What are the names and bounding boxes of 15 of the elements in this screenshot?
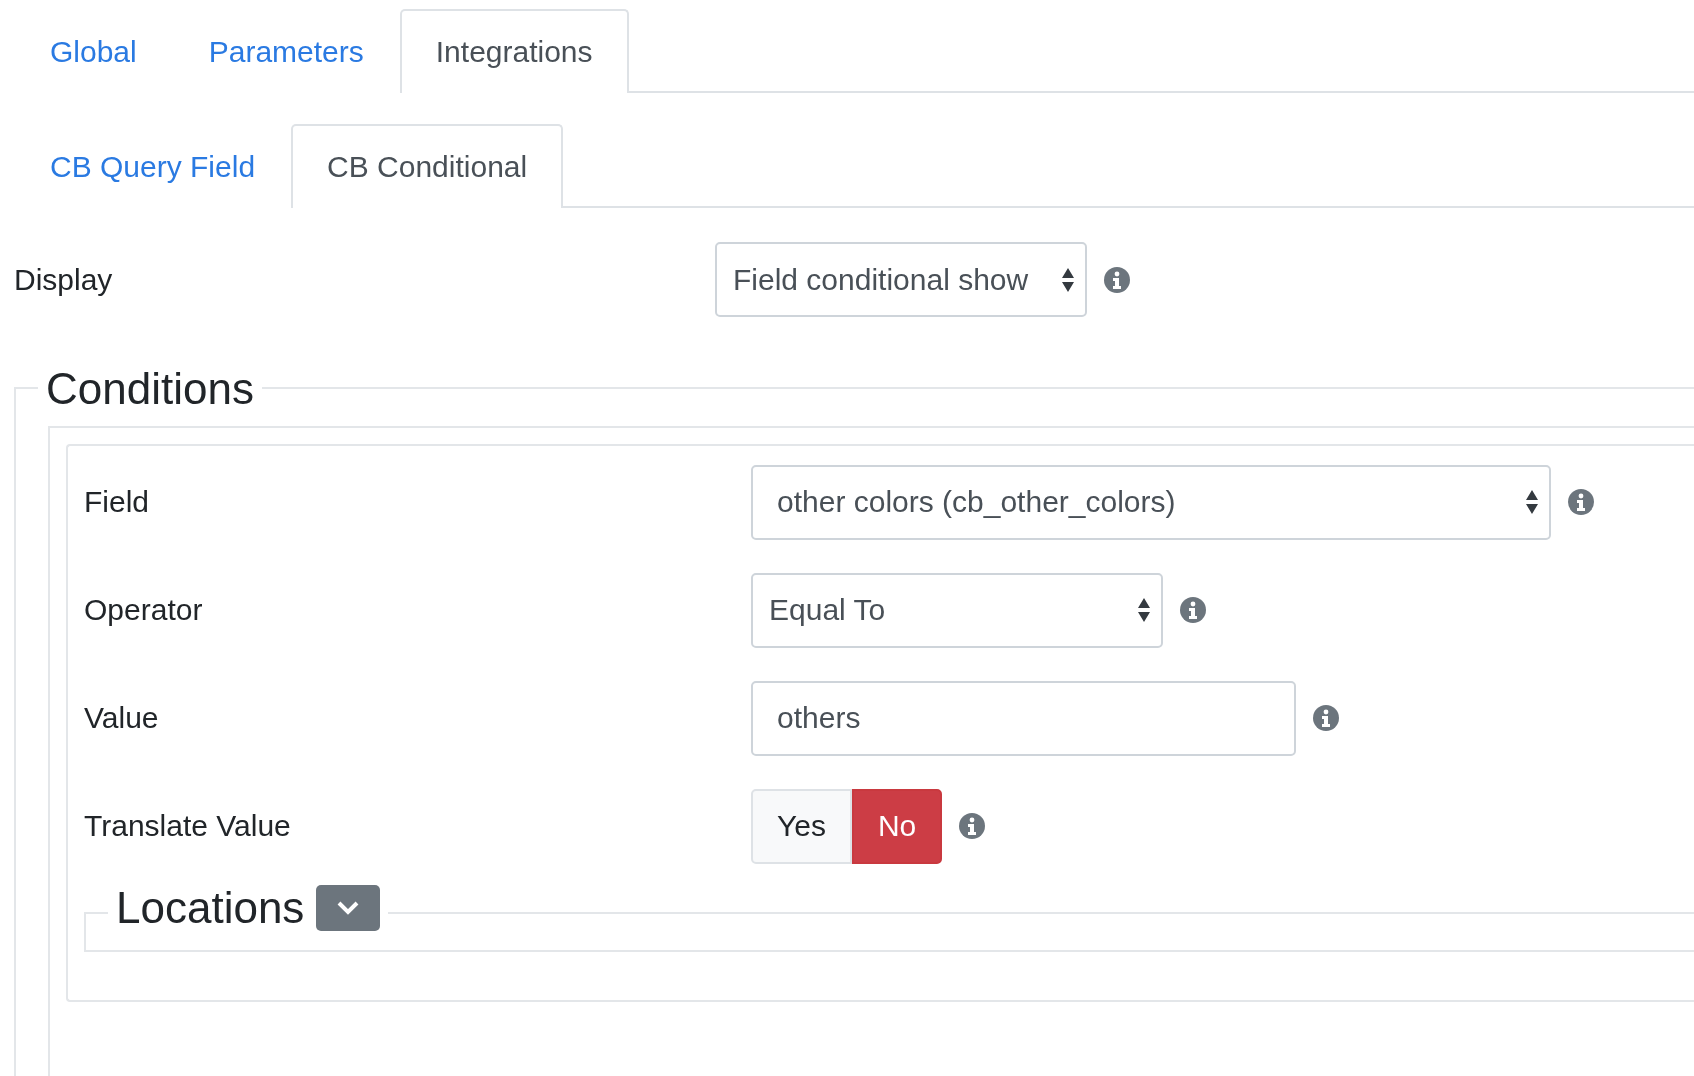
field-label: Field: [84, 485, 151, 519]
field-label: Translate Value: [84, 809, 292, 843]
field-label: Operator: [84, 593, 204, 627]
select-field[interactable]: Equal To: [751, 572, 1163, 648]
tab[interactable]: CB Conditional: [291, 124, 564, 208]
field-label: Display: [14, 262, 114, 297]
tab[interactable]: Integrations: [399, 9, 629, 93]
toggle-option[interactable]: No: [851, 788, 943, 864]
section-legend: Locations: [116, 880, 305, 936]
select-field[interactable]: other colors (cb_other_colors): [751, 464, 1551, 540]
toggle-option[interactable]: Yes: [751, 788, 852, 864]
field-label: Value: [84, 701, 160, 735]
input-field[interactable]: others: [751, 680, 1296, 756]
select-field[interactable]: Field conditional show: [715, 242, 1087, 317]
section-legend: Conditions: [46, 361, 254, 417]
